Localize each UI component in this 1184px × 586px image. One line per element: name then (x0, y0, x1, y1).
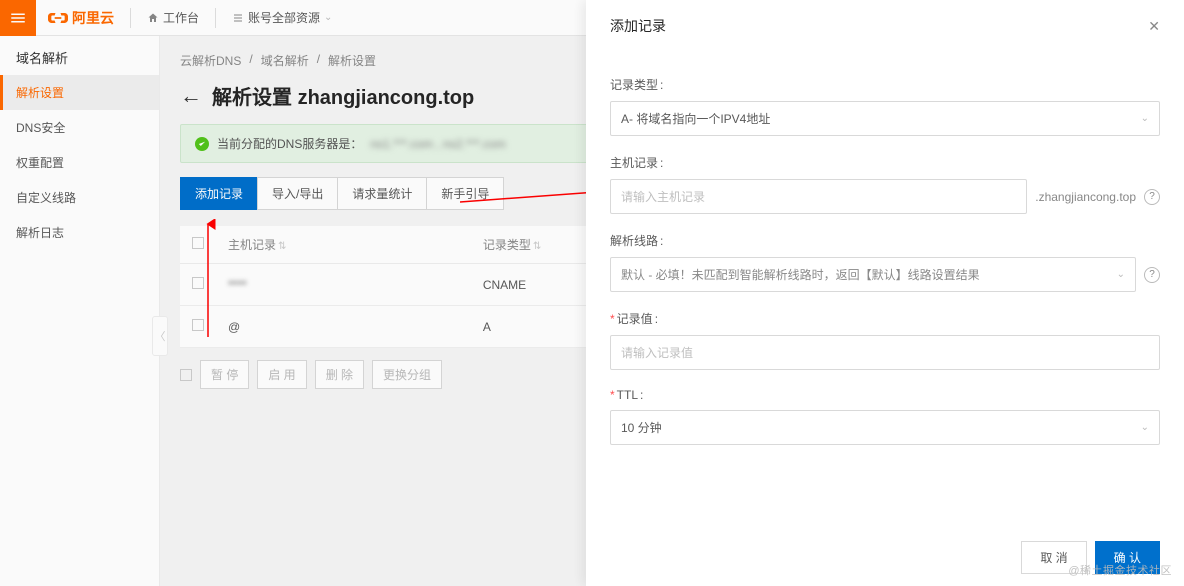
host-record-input[interactable]: 请输入主机记录 (610, 179, 1027, 214)
record-type-select[interactable]: A- 将域名指向一个IPV4地址 ⌄ (610, 101, 1160, 136)
close-icon[interactable]: ✕ (1148, 18, 1160, 35)
ttl-select[interactable]: 10 分钟 ⌄ (610, 410, 1160, 445)
field-record-value: *记录值: 请输入记录值 (610, 310, 1160, 370)
label-value: 记录值 (617, 312, 653, 326)
help-icon[interactable]: ? (1144, 267, 1160, 283)
add-record-drawer: 添加记录 ✕ 记录类型: A- 将域名指向一个IPV4地址 ⌄ 主机记录: 请输… (586, 0, 1184, 586)
watermark: @稀土掘金技术社区 (1068, 562, 1172, 578)
label-line: 解析线路 (610, 234, 658, 248)
resolve-line-select[interactable]: 默认 - 必填！未匹配到智能解析线路时，返回【默认】线路设置结果 ⌄ (610, 257, 1136, 292)
chevron-down-icon: ⌄ (1117, 269, 1125, 280)
host-suffix: .zhangjiancong.top (1035, 190, 1136, 204)
chevron-down-icon: ⌄ (1141, 422, 1149, 433)
drawer-title: 添加记录 (610, 16, 666, 36)
record-value-input[interactable]: 请输入记录值 (610, 335, 1160, 370)
ttl-select-value: 10 分钟 (621, 419, 662, 436)
label-type: 记录类型 (610, 78, 658, 92)
field-record-type: 记录类型: A- 将域名指向一个IPV4地址 ⌄ (610, 76, 1160, 136)
label-host: 主机记录 (610, 156, 658, 170)
field-ttl: *TTL: 10 分钟 ⌄ (610, 388, 1160, 445)
line-select-value: 默认 - 必填！未匹配到智能解析线路时，返回【默认】线路设置结果 (621, 266, 980, 283)
drawer-body: 记录类型: A- 将域名指向一个IPV4地址 ⌄ 主机记录: 请输入主机记录 .… (586, 52, 1184, 529)
label-ttl: TTL (617, 388, 638, 402)
type-select-value: A- 将域名指向一个IPV4地址 (621, 110, 770, 127)
chevron-down-icon: ⌄ (1141, 113, 1149, 124)
help-icon[interactable]: ? (1144, 189, 1160, 205)
field-host-record: 主机记录: 请输入主机记录 .zhangjiancong.top ? (610, 154, 1160, 214)
drawer-header: 添加记录 ✕ (586, 0, 1184, 52)
field-resolve-line: 解析线路: 默认 - 必填！未匹配到智能解析线路时，返回【默认】线路设置结果 ⌄… (610, 232, 1160, 292)
